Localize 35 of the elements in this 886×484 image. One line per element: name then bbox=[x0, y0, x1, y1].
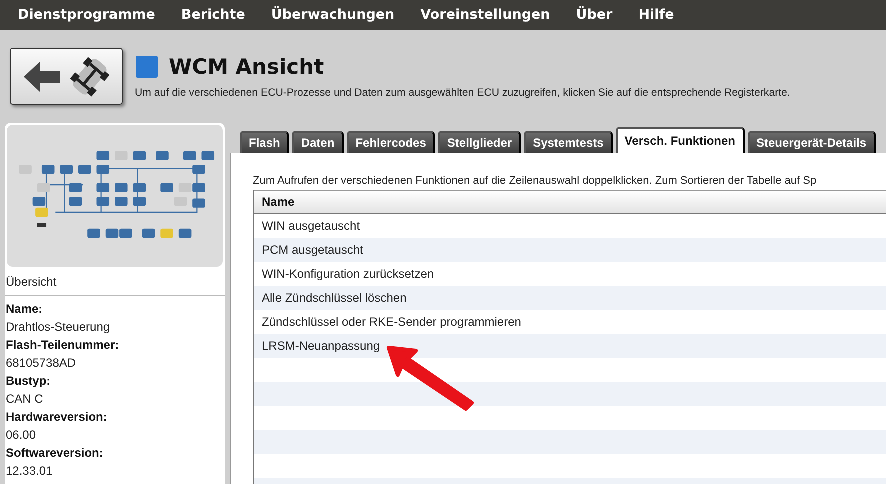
field-label: Bustyp: bbox=[6, 373, 52, 390]
field-value: CAN C bbox=[6, 391, 44, 408]
field-label: Flash-Teilenummer: bbox=[6, 337, 120, 354]
field-value: 06.00 bbox=[6, 427, 38, 444]
menu-item[interactable]: Voreinstellungen bbox=[420, 7, 550, 23]
function-row[interactable]: PCM ausgetauscht bbox=[254, 238, 886, 262]
menu-item[interactable]: Über bbox=[576, 7, 613, 23]
menu-item[interactable]: Überwachungen bbox=[271, 7, 395, 23]
menu-item[interactable]: Dienstprogramme bbox=[18, 7, 156, 23]
field-value: 12.33.01 bbox=[6, 463, 54, 480]
field-value: 68105738AD bbox=[6, 355, 78, 372]
page-title: WCM Ansicht bbox=[169, 54, 324, 78]
square-icon bbox=[135, 54, 159, 78]
tab[interactable]: Stellglieder bbox=[438, 131, 522, 153]
tab[interactable]: Steuergerät-Details bbox=[748, 131, 876, 153]
field-label: Name: bbox=[6, 301, 44, 318]
diagram-caption: Übersicht bbox=[5, 269, 225, 296]
field-label: Hardwareversion: bbox=[6, 409, 108, 426]
back-button[interactable] bbox=[10, 48, 123, 105]
tab[interactable]: Daten bbox=[292, 131, 344, 153]
car-chassis-icon bbox=[68, 54, 112, 98]
left-arrow-icon bbox=[22, 60, 62, 94]
tab[interactable]: Fehlercodes bbox=[346, 131, 436, 153]
tab[interactable]: Versch. Funktionen bbox=[616, 127, 744, 153]
function-row[interactable]: Alle Zündschlüssel löschen bbox=[254, 286, 886, 310]
tab[interactable]: Systemtests bbox=[524, 131, 613, 153]
menu-item[interactable]: Berichte bbox=[181, 7, 246, 23]
column-header[interactable]: Name bbox=[254, 190, 886, 214]
tab[interactable]: Flash bbox=[240, 131, 290, 153]
field-value: Drahtlos-Steuerung bbox=[6, 319, 112, 336]
field-label: Softwareversion: bbox=[6, 445, 104, 462]
page-description: Um auf die verschiedenen ECU-Prozesse und Daten zum ausgewählten ECU zuzugreifen, klicken Sie auf die entsprechende Registerkarte. bbox=[135, 86, 790, 98]
function-row[interactable]: LRSM-Neuanpassung bbox=[254, 334, 886, 358]
instruction-text: Zum Aufrufen der verschiedenen Funktionen auf die Zeilenauswahl doppelklicken. Zum Sortieren der Tabelle auf Sp bbox=[253, 175, 818, 187]
menu-item[interactable]: Hilfe bbox=[638, 7, 674, 23]
